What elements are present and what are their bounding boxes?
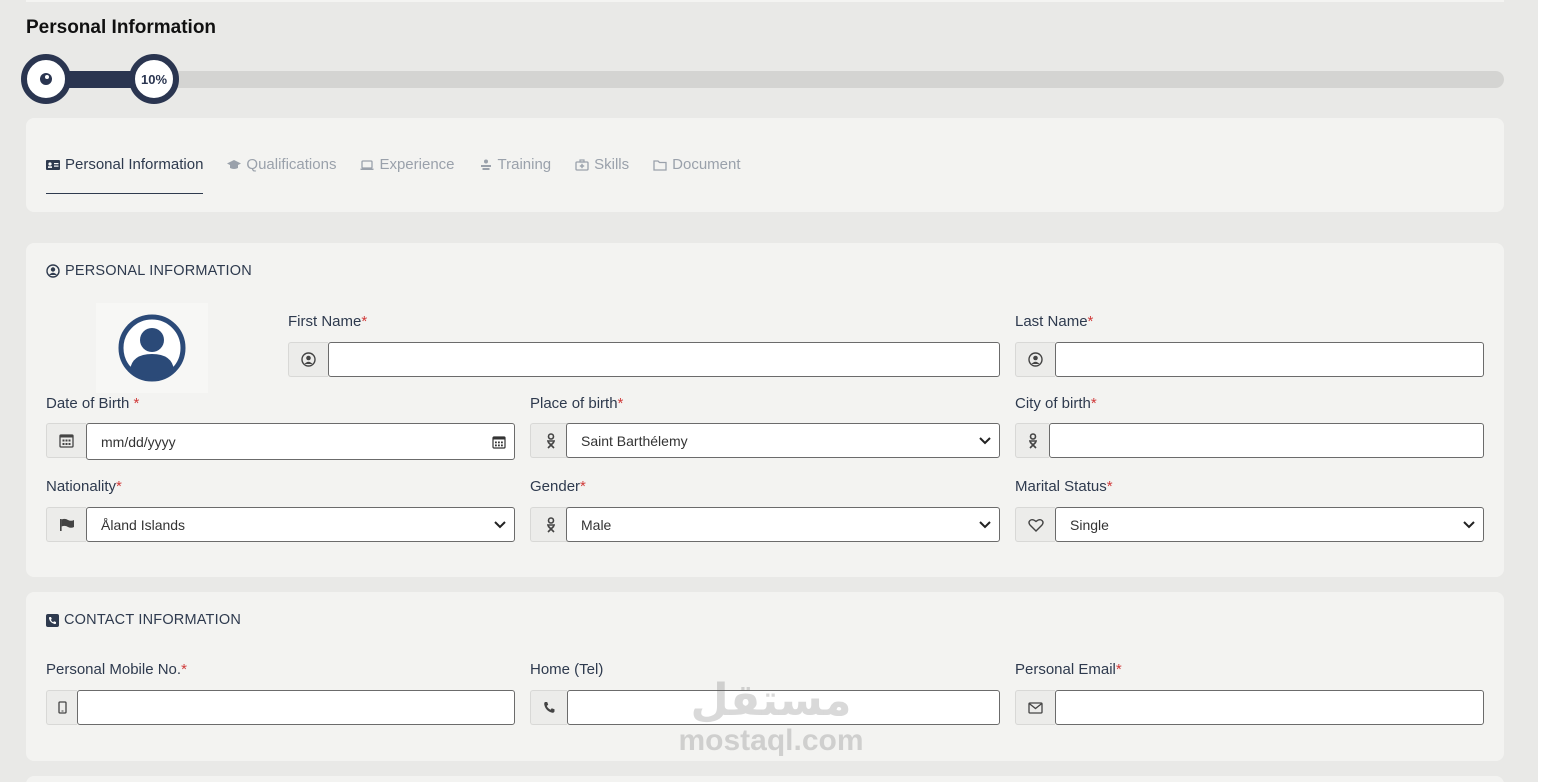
dob-placeholder: mm/dd/yyyy bbox=[101, 433, 176, 450]
heart-icon bbox=[1027, 518, 1044, 532]
gender-addon bbox=[530, 507, 570, 542]
nationality-value: Åland Islands bbox=[101, 516, 186, 533]
envelope-icon bbox=[1028, 701, 1043, 714]
home-tel-label: Home (Tel) bbox=[530, 661, 604, 678]
tab-skills[interactable]: Skills bbox=[575, 156, 629, 194]
dob-addon bbox=[46, 423, 86, 458]
place-of-birth-addon bbox=[530, 423, 570, 458]
chevron-down-icon bbox=[979, 520, 991, 528]
flag-icon bbox=[59, 518, 74, 531]
tab-label: Personal Information bbox=[65, 156, 204, 173]
progress-track bbox=[40, 71, 1504, 88]
progress-knob: 10% bbox=[129, 54, 179, 104]
person-icon bbox=[546, 516, 555, 533]
graduation-cap-icon bbox=[227, 160, 242, 169]
user-circle-icon bbox=[46, 264, 60, 278]
dob-label: Date of Birth * bbox=[46, 395, 140, 412]
first-name-input[interactable] bbox=[328, 342, 1000, 377]
tab-label: Training bbox=[497, 156, 552, 173]
mobile-label: Personal Mobile No.* bbox=[46, 661, 187, 678]
page-title: Personal Information bbox=[26, 17, 217, 38]
chevron-down-icon bbox=[494, 520, 506, 528]
phone-square-icon bbox=[46, 613, 59, 627]
tab-personal-information[interactable]: Personal Information bbox=[46, 156, 204, 194]
tab-label: Document bbox=[672, 156, 741, 173]
top-divider bbox=[26, 0, 1504, 2]
gender-label: Gender* bbox=[530, 478, 586, 495]
mobile-addon bbox=[46, 690, 77, 725]
contact-information-card: CONTACT INFORMATION Personal Mobile No.*… bbox=[26, 592, 1504, 761]
nationality-label: Nationality* bbox=[46, 478, 122, 495]
tab-label: Experience bbox=[379, 156, 455, 173]
last-name-addon bbox=[1015, 342, 1055, 377]
home-tel-addon bbox=[530, 690, 567, 725]
gender-select[interactable]: Male bbox=[566, 507, 1000, 542]
email-input[interactable] bbox=[1055, 690, 1484, 725]
phone-icon bbox=[543, 702, 554, 713]
briefcase-medical-icon bbox=[575, 159, 589, 171]
email-addon bbox=[1015, 690, 1055, 725]
next-section-card bbox=[26, 776, 1504, 782]
scrollbar-gutter bbox=[1538, 0, 1542, 782]
date-picker-icon[interactable] bbox=[492, 435, 506, 449]
last-name-label: Last Name* bbox=[1015, 313, 1094, 330]
id-card-icon bbox=[46, 160, 60, 170]
user-icon bbox=[1028, 352, 1043, 367]
tab-qualifications[interactable]: Qualifications bbox=[227, 156, 336, 194]
calendar-icon bbox=[59, 434, 74, 448]
first-name-addon bbox=[288, 342, 328, 377]
globe-icon bbox=[40, 73, 52, 85]
user-icon bbox=[301, 352, 316, 367]
email-label: Personal Email* bbox=[1015, 661, 1122, 678]
avatar-icon bbox=[118, 314, 186, 382]
chevron-down-icon bbox=[979, 436, 991, 444]
place-of-birth-select[interactable]: Saint Barthélemy bbox=[566, 423, 1000, 458]
place-of-birth-label: Place of birth* bbox=[530, 395, 624, 412]
tab-experience[interactable]: Experience bbox=[360, 156, 455, 194]
dob-input[interactable]: mm/dd/yyyy bbox=[86, 423, 515, 460]
progress-start-marker bbox=[21, 54, 71, 104]
nationality-select[interactable]: Åland Islands bbox=[86, 507, 515, 542]
tab-label: Qualifications bbox=[246, 156, 337, 173]
chevron-down-icon bbox=[1463, 520, 1475, 528]
person-icon bbox=[1028, 432, 1037, 449]
mobile-input[interactable] bbox=[77, 690, 515, 725]
tab-training[interactable]: Training bbox=[479, 156, 552, 194]
home-tel-input[interactable] bbox=[567, 690, 1000, 725]
tab-bar: Personal Information Qualifications Expe… bbox=[46, 156, 765, 194]
mobile-phone-icon bbox=[57, 701, 67, 714]
nationality-addon bbox=[46, 507, 86, 542]
marital-status-select[interactable]: Single bbox=[1055, 507, 1484, 542]
tab-label: Skills bbox=[594, 156, 630, 173]
marital-status-addon bbox=[1015, 507, 1055, 542]
progress-label: 10% bbox=[140, 71, 168, 87]
last-name-input[interactable] bbox=[1055, 342, 1484, 377]
city-of-birth-addon bbox=[1015, 423, 1049, 458]
section-title-personal: PERSONAL INFORMATION bbox=[46, 263, 252, 279]
section-title-contact: CONTACT INFORMATION bbox=[46, 612, 241, 628]
first-name-label: First Name* bbox=[288, 313, 368, 330]
folder-icon bbox=[653, 160, 667, 171]
city-of-birth-input[interactable] bbox=[1049, 423, 1484, 458]
tabs-card: Personal Information Qualifications Expe… bbox=[26, 118, 1504, 212]
marital-status-value: Single bbox=[1070, 516, 1109, 533]
laptop-icon bbox=[360, 160, 374, 170]
gender-value: Male bbox=[581, 516, 612, 533]
personal-information-card: PERSONAL INFORMATION First Name* Last Na… bbox=[26, 243, 1504, 577]
person-icon bbox=[546, 432, 555, 449]
city-of-birth-label: City of birth* bbox=[1015, 395, 1097, 412]
training-icon bbox=[480, 159, 491, 170]
avatar[interactable] bbox=[96, 303, 208, 393]
tab-document[interactable]: Document bbox=[653, 156, 741, 194]
place-of-birth-value: Saint Barthélemy bbox=[581, 432, 688, 449]
marital-status-label: Marital Status* bbox=[1015, 478, 1113, 495]
